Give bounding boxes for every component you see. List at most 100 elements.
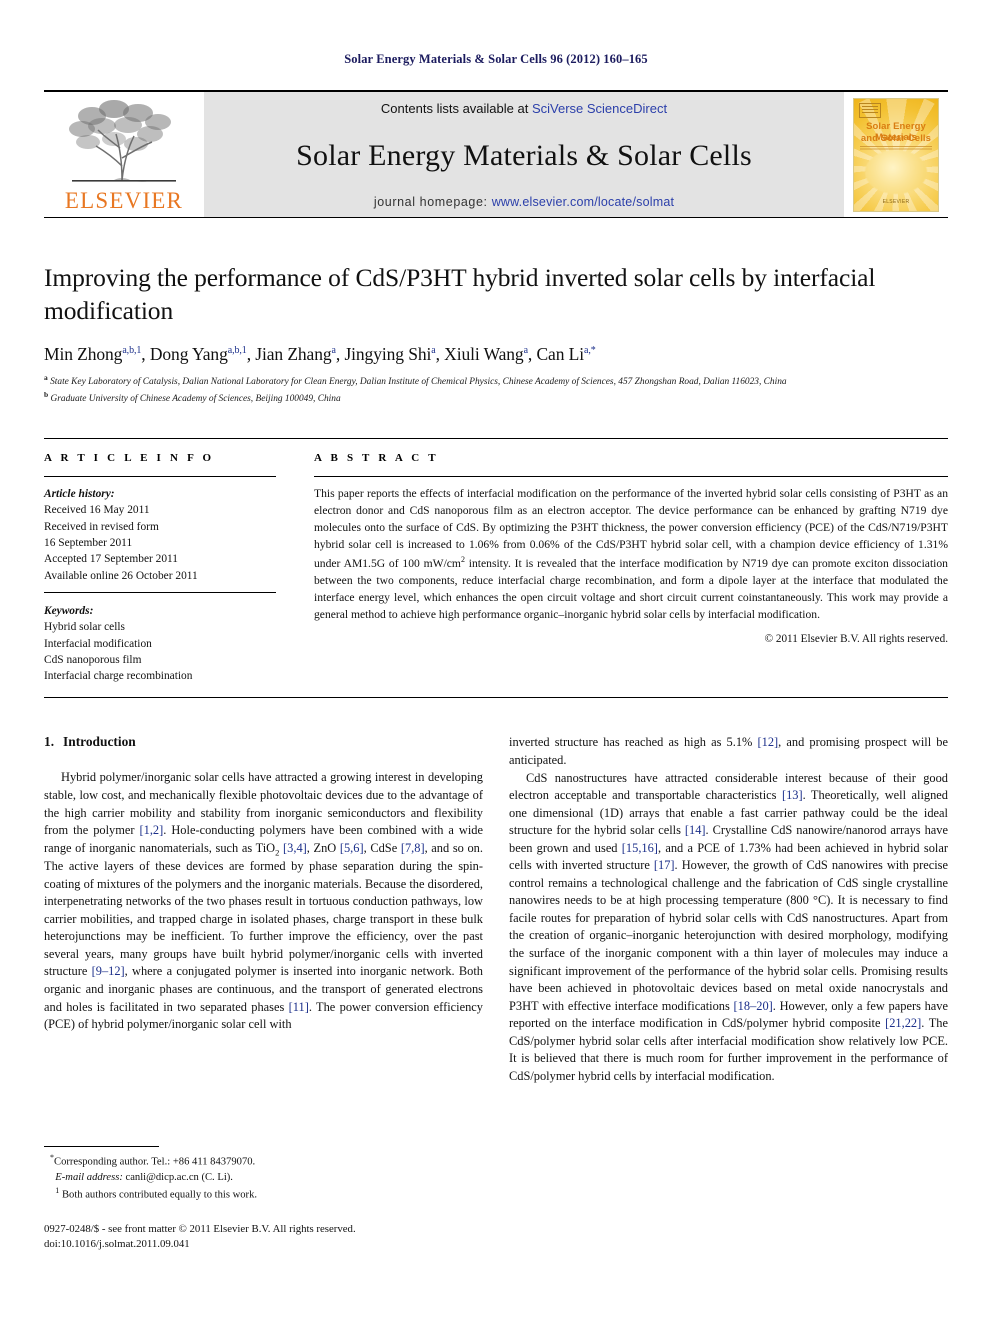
text-run: . However, the growth of CdS nanowires w… — [509, 858, 949, 1013]
article-info-column: A R T I C L E I N F O Article history: R… — [44, 452, 276, 684]
citation-ref[interactable]: [13] — [782, 788, 803, 802]
journal-homepage-line: journal homepage: www.elsevier.com/locat… — [374, 195, 674, 209]
author-entry[interactable]: Jian Zhanga — [255, 344, 336, 364]
cover-sun-icon — [865, 150, 927, 195]
author-list: Min Zhonga,b,1, Dong Yanga,b,1, Jian Zha… — [44, 344, 948, 365]
contents-prefix: Contents lists available at — [380, 101, 532, 116]
journal-cover-thumbnail[interactable]: Solar Energy Materials and Solar Cells E… — [853, 97, 939, 212]
affiliation-text: State Key Laboratory of Catalysis, Dalia… — [50, 377, 787, 388]
history-item: Received 16 May 2011 — [44, 504, 150, 517]
masthead-center: Contents lists available at SciVerse Sci… — [204, 92, 844, 217]
text-run: , CdSe — [363, 840, 401, 855]
paper-title: Improving the performance of CdS/P3HT hy… — [44, 263, 876, 325]
keyword-item: Hybrid solar cells — [44, 621, 125, 634]
paragraph-cds-nanostructures: CdS nanostructures have attracted consid… — [509, 770, 948, 1086]
author-entry[interactable]: Jingying Shia — [344, 344, 435, 364]
citation-ref[interactable]: [17] — [654, 858, 675, 872]
paragraph-intro-left: Hybrid polymer/inorganic solar cells hav… — [44, 769, 483, 1033]
imprint-block: 0927-0248/$ - see front matter © 2011 El… — [44, 1222, 544, 1253]
affiliation-marker: b — [44, 389, 49, 399]
contents-available-line: Contents lists available at SciVerse Sci… — [381, 101, 667, 116]
citation-ref[interactable]: [3,4] — [283, 841, 307, 855]
journal-masthead: ELSEVIER Contents lists available at Sci… — [44, 90, 948, 217]
text-run: , ZnO — [306, 840, 340, 855]
article-history-label: Article history: — [44, 488, 115, 501]
cover-title-line2: and Solar Cells — [860, 132, 932, 144]
abstract-column: A B S T R A C T This paper reports the e… — [314, 452, 948, 684]
citation-ref[interactable]: [18–20] — [734, 999, 773, 1013]
author-name: Jingying Shi — [344, 344, 432, 365]
imprint-doi[interactable]: doi:10.1016/j.solmat.2011.09.041 — [44, 1237, 544, 1252]
title-block: Improving the performance of CdS/P3HT hy… — [44, 262, 948, 406]
author-sep: , — [435, 344, 445, 365]
body-column-left: 1. Introduction Hybrid polymer/inorganic … — [44, 734, 483, 1085]
journal-title: Solar Energy Materials & Solar Cells — [296, 139, 752, 172]
article-info-heading: A R T I C L E I N F O — [44, 452, 215, 465]
footnote-equal-contribution: 1 Both authors contributed equally to th… — [44, 1185, 483, 1203]
keyword-item: Interfacial modification — [44, 637, 152, 650]
history-item: Received in revised form — [44, 520, 159, 533]
info-bottom-rule — [44, 697, 948, 699]
affiliation-item: a State Key Laboratory of Catalysis, Dal… — [44, 373, 948, 389]
keyword-item: Interfacial charge recombination — [44, 670, 193, 683]
keyword-item: CdS nanoporous film — [44, 653, 142, 666]
footnote-text: Both authors contributed equally to this… — [61, 1189, 258, 1201]
author-name: Can Li — [536, 344, 585, 365]
email-label: E-mail address: — [55, 1171, 123, 1183]
sciencedirect-link[interactable]: SciVerse ScienceDirect — [532, 101, 667, 116]
paper-page: Solar Energy Materials & Solar Cells 96 … — [0, 0, 992, 1323]
footnote-marker-one: 1 — [55, 1185, 60, 1195]
author-affil-marker: a,* — [584, 345, 596, 357]
history-item: Accepted 17 September 2011 — [44, 553, 179, 566]
masthead-bottom-rule — [44, 217, 948, 218]
citation-ref[interactable]: [5,6] — [340, 841, 364, 855]
affiliation-text: Graduate University of Chinese Academy o… — [50, 393, 341, 404]
text-run: inverted structure has reached as high a… — [509, 735, 758, 750]
body-columns: 1. Introduction Hybrid polymer/inorganic … — [44, 734, 948, 1085]
author-entry[interactable]: Dong Yanga,b,1 — [150, 344, 247, 364]
journal-cover-area: Solar Energy Materials and Solar Cells E… — [844, 92, 948, 217]
footnote-rule — [44, 1146, 159, 1147]
section-number: 1. — [44, 734, 55, 750]
citation-ref[interactable]: [9–12] — [92, 964, 125, 978]
keywords-label: Keywords: — [44, 604, 94, 617]
footnote-corresponding-author: *Corresponding author. Tel.: +86 411 843… — [44, 1152, 483, 1170]
imprint-front-matter: 0927-0248/$ - see front matter © 2011 El… — [44, 1223, 356, 1235]
citation-ref[interactable]: [7,8] — [401, 841, 425, 855]
author-name: Dong Yang — [149, 344, 228, 365]
section-title: Introduction — [63, 734, 136, 750]
homepage-prefix: journal homepage: — [373, 195, 492, 209]
email-address[interactable]: canli@dicp.ac.cn (C. Li). — [126, 1172, 233, 1183]
citation-ref[interactable]: [1,2] — [140, 823, 164, 837]
footnote-email: E-mail address: canli@dicp.ac.cn (C. Li)… — [44, 1170, 483, 1185]
paragraph-intro-right-continued: inverted structure has reached as high a… — [509, 734, 948, 769]
citation-ref[interactable]: [15,16] — [622, 841, 658, 855]
cover-elsevier-mark-icon — [859, 102, 881, 118]
footnote-block: *Corresponding author. Tel.: +86 411 843… — [44, 1146, 483, 1202]
author-name: Xiuli Wang — [444, 344, 524, 365]
abstract-copyright: © 2011 Elsevier B.V. All rights reserved… — [764, 632, 948, 645]
author-entry[interactable]: Xiuli Wanga — [444, 344, 528, 364]
elsevier-logo: ELSEVIER — [44, 92, 204, 217]
cover-publisher-mark: ELSEVIER — [882, 198, 910, 205]
author-entry[interactable]: Min Zhonga,b,1 — [44, 344, 141, 364]
abstract-heading: A B S T R A C T — [314, 452, 439, 465]
section-heading-introduction: 1. Introduction — [44, 734, 483, 750]
author-entry[interactable]: Can Lia,* — [536, 344, 595, 364]
history-item: Available online 26 October 2011 — [44, 569, 198, 582]
body-column-right: inverted structure has reached as high a… — [509, 734, 948, 1085]
elsevier-wordmark: ELSEVIER — [64, 188, 184, 213]
affiliation-item: b Graduate University of Chinese Academy… — [44, 390, 948, 406]
citation-ref[interactable]: [11] — [289, 1000, 309, 1014]
author-affil-marker: a,b,1 — [227, 345, 247, 357]
elsevier-tree-icon — [69, 100, 176, 182]
cover-subtitle-rules — [860, 145, 932, 151]
author-sep: , — [246, 344, 256, 365]
author-sep: , — [141, 344, 150, 365]
citation-ref[interactable]: [21,22] — [885, 1016, 921, 1030]
history-item: 16 September 2011 — [44, 537, 133, 550]
citation-ref[interactable]: [14] — [685, 823, 706, 837]
affiliation-list: a State Key Laboratory of Catalysis, Dal… — [44, 373, 948, 406]
journal-homepage-link[interactable]: www.elsevier.com/locate/solmat — [492, 195, 674, 209]
citation-ref[interactable]: [12] — [758, 735, 779, 749]
